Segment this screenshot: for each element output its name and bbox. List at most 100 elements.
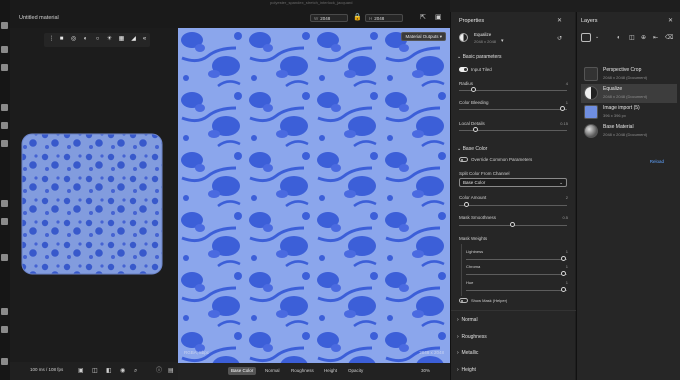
layer-view-icon[interactable]: [581, 33, 591, 42]
hue-slider[interactable]: [466, 290, 567, 291]
crop-tool-icon[interactable]: [1, 140, 8, 147]
local-details-slider-handle[interactable]: [473, 127, 478, 132]
zoom-dropdown[interactable]: 30%: [418, 367, 433, 375]
width-dropdown[interactable]: W 2048: [310, 14, 348, 22]
hue-slider-handle[interactable]: [561, 287, 566, 292]
tab-base-color[interactable]: Base Color: [228, 367, 257, 375]
camera-icon[interactable]: ■: [58, 36, 65, 43]
split-color-select[interactable]: Base Color ⌄: [459, 178, 567, 187]
transform-tool-icon[interactable]: [1, 254, 8, 261]
environment-icon[interactable]: ◎: [70, 36, 77, 43]
layer-size: 396 x 396 px: [603, 113, 626, 118]
properties-close-icon[interactable]: ✕: [557, 17, 562, 24]
lightness-slider-handle[interactable]: [561, 256, 566, 261]
reset-icon[interactable]: ↺: [557, 35, 562, 42]
reload-link[interactable]: Reload: [650, 159, 664, 164]
chroma-slider-handle[interactable]: [561, 271, 566, 276]
frame-icon[interactable]: ▣: [78, 367, 84, 375]
lock-icon[interactable]: 🔒: [353, 14, 362, 22]
tab-roughness[interactable]: Roughness: [288, 367, 317, 375]
viewport-2d[interactable]: Material Outputs ▾ RGBA, 8bpc 2048 x 204…: [178, 28, 450, 380]
viewport-3d[interactable]: [10, 28, 178, 380]
color-amount-value: 2: [565, 195, 568, 200]
import-icon[interactable]: ⇤: [653, 34, 658, 42]
move-tool-icon[interactable]: [1, 22, 8, 29]
equalize-layer-icon: [584, 86, 598, 100]
lightness-label: Lightness: [466, 249, 484, 254]
mask-smoothness-slider-handle[interactable]: [510, 222, 515, 227]
material-title[interactable]: Untitled material: [19, 15, 59, 21]
image-layer-thumbnail: [584, 105, 598, 119]
ruler-icon[interactable]: ◢: [130, 36, 137, 43]
layers-close-icon[interactable]: ✕: [668, 17, 673, 24]
height-section-header[interactable]: › Height: [457, 367, 476, 373]
override-label: Override Common Parameters: [471, 157, 533, 162]
metallic-section-header[interactable]: › Metallic: [457, 350, 478, 356]
chroma-value: 1: [565, 264, 568, 269]
wire-icon[interactable]: ○: [94, 36, 101, 43]
collapse-icon[interactable]: «: [141, 36, 148, 43]
split-icon[interactable]: ◫: [92, 367, 98, 375]
adjust-icon[interactable]: ◫: [629, 34, 635, 42]
layer-name: Equalize: [603, 86, 623, 92]
fit-view-icon[interactable]: ⇱: [420, 14, 426, 22]
color-amount-slider[interactable]: [459, 205, 567, 206]
fill-tool-icon[interactable]: [1, 200, 8, 207]
tab-opacity[interactable]: Opacity: [345, 367, 366, 375]
lightness-slider[interactable]: [466, 259, 567, 260]
brush-tool-icon[interactable]: [1, 46, 8, 53]
color-bleeding-slider[interactable]: [459, 109, 567, 110]
layer-item-perspective-crop[interactable]: Perspective Crop 2048 x 2048 (Document): [581, 65, 677, 84]
tab-normal[interactable]: Normal: [262, 367, 283, 375]
fullscreen-icon[interactable]: ▣: [435, 14, 442, 22]
material-sphere-icon: [584, 124, 598, 138]
eraser-tool-icon[interactable]: [1, 64, 8, 71]
color-bleeding-slider-handle[interactable]: [560, 106, 565, 111]
add-layer-icon[interactable]: ⊕: [641, 34, 646, 42]
height-value: 2048: [374, 16, 385, 21]
override-toggle[interactable]: [459, 157, 468, 162]
show-mask-toggle[interactable]: [459, 298, 468, 303]
cube-preview[interactable]: [18, 130, 166, 278]
shading-icon[interactable]: ◐: [82, 36, 89, 43]
basic-parameters-header[interactable]: ⌄ Basic parameters: [457, 54, 502, 60]
texture-preview[interactable]: [178, 28, 450, 363]
tab-height[interactable]: Height: [321, 367, 340, 375]
share-tool-icon[interactable]: [1, 308, 8, 315]
compare-icon[interactable]: ◧: [106, 367, 112, 375]
layer-size: 2048 x 2048 (Document): [603, 75, 648, 80]
info-icon[interactable]: ⓘ: [156, 367, 162, 375]
node-size-chevron-icon[interactable]: ▾: [501, 38, 504, 44]
input-tiled-toggle[interactable]: [459, 67, 468, 72]
capture-icon[interactable]: ◉: [120, 367, 125, 375]
layer-item-equalize[interactable]: Equalize 2048 x 2048 (Document): [581, 84, 677, 103]
height-dropdown[interactable]: H 2048: [365, 14, 403, 22]
lasso-tool-icon[interactable]: [1, 122, 8, 129]
chroma-slider[interactable]: [466, 274, 567, 275]
properties-panel: Properties ✕ Equalize 2048 x 2048 ▾ ↺ ⌄ …: [450, 12, 576, 380]
picker-tool-icon[interactable]: [1, 218, 8, 225]
light-icon[interactable]: ☀: [106, 36, 113, 43]
show-mask-label: Show Mask (Helper): [471, 298, 508, 303]
roughness-section-header[interactable]: › Roughness: [457, 334, 487, 340]
layout-icon[interactable]: ▤: [168, 367, 174, 375]
zoom-icon[interactable]: ⌕: [134, 367, 137, 375]
select-tool-icon[interactable]: [1, 104, 8, 111]
normal-section-label: Normal: [461, 317, 478, 323]
local-details-value: 0.15: [560, 121, 568, 126]
layer-item-base-material[interactable]: Base Material 2048 x 2048 (Document): [581, 122, 677, 141]
base-color-header[interactable]: ⌄ Base Color: [457, 146, 487, 152]
layer-item-image-import[interactable]: Image import (5) 396 x 396 px: [581, 103, 677, 122]
normal-section-header[interactable]: › Normal: [457, 317, 478, 323]
grid-icon[interactable]: ▦: [118, 36, 125, 43]
width-prefix: W: [314, 16, 319, 21]
color-amount-slider-handle[interactable]: [464, 202, 469, 207]
mask-icon[interactable]: ◐: [617, 34, 621, 42]
split-color-chevron-icon: ⌄: [559, 180, 563, 185]
delete-icon[interactable]: ⌫: [665, 34, 673, 42]
export-tool-icon[interactable]: [1, 326, 8, 333]
material-outputs-dropdown[interactable]: Material Outputs ▾: [401, 32, 446, 41]
radius-slider-handle[interactable]: [471, 87, 476, 92]
layer-view-chevron-icon[interactable]: ⌄: [595, 34, 599, 40]
settings-tool-icon[interactable]: [1, 358, 8, 365]
